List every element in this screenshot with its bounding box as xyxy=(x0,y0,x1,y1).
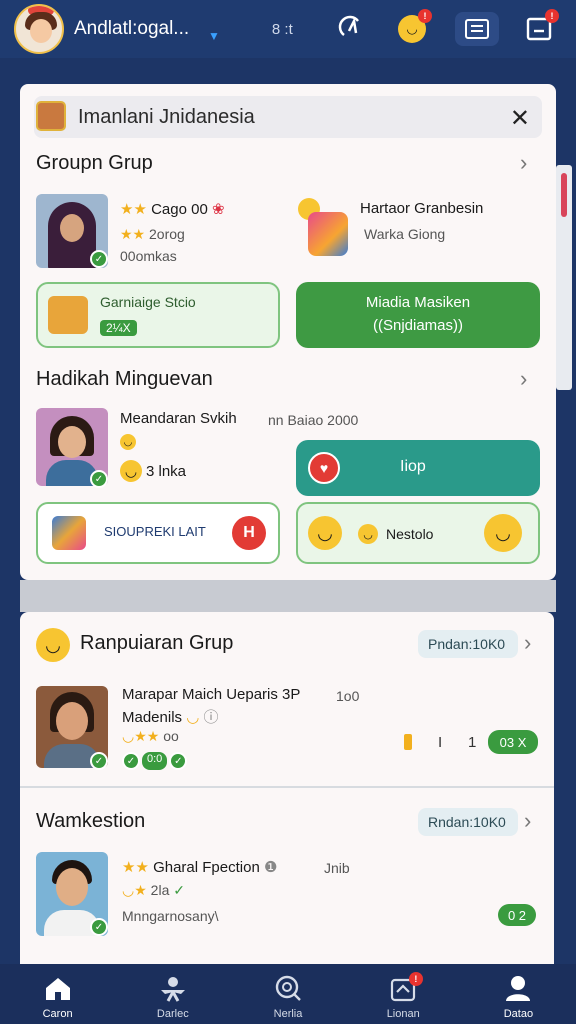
chevron-down-icon[interactable]: ▼ xyxy=(208,29,220,43)
popular-count-left: I xyxy=(438,734,443,751)
notification-badge: ! xyxy=(408,972,423,986)
group-card-right-line1: Miadia Masiken xyxy=(365,294,471,311)
highlight-profile-count: 3 lnka xyxy=(146,463,187,480)
chevron-right-icon[interactable]: › xyxy=(520,150,527,176)
verified-check-icon: ✓ xyxy=(90,752,108,770)
profile-line3: 00omkas xyxy=(120,248,177,264)
section-divider xyxy=(20,580,556,612)
highlight-section-title: Hadikah Minguevan xyxy=(36,368,213,390)
popular-badge[interactable]: 03 X xyxy=(488,730,538,754)
chevron-right-icon[interactable]: › xyxy=(524,630,531,656)
hop-button[interactable]: ♥ Iiop xyxy=(296,440,540,496)
verified-check-icon: ✓ xyxy=(90,250,108,268)
emoji-icon[interactable]: ◡ ! xyxy=(395,9,432,46)
treasure-icon xyxy=(48,296,88,334)
popular-post-line1: Marapar Maich Ueparis 3P xyxy=(122,686,301,703)
nav-item-profile[interactable]: Datao xyxy=(461,964,576,1024)
profile-line2: ★★ 2orog xyxy=(120,226,185,242)
people-icon xyxy=(160,977,185,1002)
check-icon: ✓ xyxy=(122,752,140,770)
profile-icon xyxy=(506,976,531,1001)
popular-post-meta: 1o0 xyxy=(336,688,360,704)
group-card-left-tag: 2¼X xyxy=(100,320,137,336)
mark-section: Wamkestion Rndan:10K0 › ✓ ★★ Gharal Fpec… xyxy=(20,788,554,964)
smile-icon: ◡ xyxy=(308,516,342,550)
search-input[interactable]: Imanlani Jnidanesia ✕ xyxy=(34,96,542,138)
notification-badge: ! xyxy=(545,9,559,23)
group-card-left-label: Garniaige Stcio xyxy=(100,294,196,310)
mark-badge[interactable]: 0 2 xyxy=(498,904,536,926)
popular-post-tags: ✓ 0:0 ✓ xyxy=(122,752,188,770)
verified-check-icon: ✓ xyxy=(90,918,108,936)
popular-count-right: 1 xyxy=(468,734,477,751)
search-icon xyxy=(275,975,301,1001)
nav-item-search[interactable]: Nerlia xyxy=(230,964,345,1024)
h-badge-icon: H xyxy=(232,516,266,550)
popular-post-line2: Madenils ◡ ⓘ xyxy=(122,709,219,726)
nav-label: Lionan xyxy=(386,1008,420,1020)
popular-post-line3: ◡★★ oo xyxy=(122,728,179,744)
bottom-nav: Caron Darlec Nerlia ! Lionan Datao xyxy=(0,964,576,1024)
header-counter: 8 :t xyxy=(271,20,293,38)
group-card-right[interactable]: Miadia Masiken ((Snjdiamas)) xyxy=(296,282,540,348)
popular-section-title: Ranpuiaran Grup xyxy=(80,632,234,654)
smile-icon: ◡ xyxy=(358,524,378,544)
news-icon[interactable] xyxy=(455,12,499,46)
nav-item-inbox[interactable]: ! Lionan xyxy=(346,964,461,1024)
chevron-right-icon[interactable]: › xyxy=(520,366,527,392)
group-item-subtitle: Warka Giong xyxy=(364,226,446,242)
mark-post-meta: Jnib xyxy=(324,860,350,876)
close-icon[interactable]: ✕ xyxy=(510,104,530,133)
activity-icon[interactable] xyxy=(335,12,369,46)
home-icon xyxy=(45,978,70,1000)
check-icon: ✓ xyxy=(169,752,188,770)
nav-label: Darlec xyxy=(156,1008,189,1020)
main-panel: Imanlani Jnidanesia ✕ Groupn Grup › ✓ ★★… xyxy=(20,84,556,580)
mark-post-line3: Mnngarnosany\ xyxy=(122,908,219,924)
popular-post-tag: 0:0 xyxy=(142,752,168,770)
popular-section: ◡ Ranpuiaran Grup Pndan:10K0 › ✓ Marapar… xyxy=(20,612,554,786)
nav-label: Nerlia xyxy=(273,1008,303,1020)
highlight-card-left[interactable]: SIOUPREKI LAIT H xyxy=(36,502,280,564)
wink-icon: ◡ xyxy=(484,514,522,552)
nav-item-home[interactable]: Caron xyxy=(0,964,115,1024)
profile-avatar[interactable] xyxy=(14,4,64,54)
mark-post-line1: ★★ Gharal Fpection ❶ xyxy=(122,859,278,876)
group-card-right-line2: ((Snjdiamas)) xyxy=(372,317,463,334)
mark-section-title: Wamkestion xyxy=(36,810,146,832)
gift-icon xyxy=(298,198,348,258)
verified-check-icon: ✓ xyxy=(90,470,108,488)
smile-icon: ◡ xyxy=(120,434,136,450)
heart-icon: ♥ xyxy=(308,452,340,484)
nav-label: Caron xyxy=(42,1008,73,1020)
smile-icon: ◡ xyxy=(120,460,142,482)
volume-icon[interactable] xyxy=(404,734,412,750)
collage-icon xyxy=(52,516,86,550)
search-value: Imanlani Jnidanesia xyxy=(78,105,255,128)
group-section-title: Groupn Grup xyxy=(36,152,153,174)
scrollbar[interactable] xyxy=(556,165,572,390)
group-card-left[interactable]: Garniaige Stcio 2¼X xyxy=(36,282,280,348)
popular-filter-pill[interactable]: Pndan:10K0 xyxy=(418,630,518,658)
mark-post-line2: ◡★ 2la ✓ xyxy=(122,882,185,898)
chevron-right-icon[interactable]: › xyxy=(524,808,531,834)
indonesia-flag-icon xyxy=(36,101,66,131)
highlight-card-left-label: SIOUPREKI LAIT xyxy=(104,524,206,539)
nav-item-people[interactable]: Darlec xyxy=(115,964,230,1024)
app-title: Andlatl:ogal... xyxy=(74,18,190,39)
highlight-profile-meta: nn Baiao 2000 xyxy=(268,412,359,428)
mark-filter-pill[interactable]: Rndan:10K0 xyxy=(418,808,518,836)
nav-label: Datao xyxy=(503,1008,534,1020)
profile-line1: ★★ Cago 00 ❀ xyxy=(120,201,225,218)
inbox-icon[interactable]: ! xyxy=(522,9,559,46)
hop-button-label: Iiop xyxy=(400,458,426,475)
highlight-profile-name: Meandaran Svkih xyxy=(120,410,237,427)
smile-icon: ◡ xyxy=(36,628,70,662)
highlight-card-right[interactable]: ◡ ◡ Nestolo ◡ xyxy=(296,502,540,564)
notification-badge: ! xyxy=(418,9,432,23)
group-item-title: Hartaor Granbesin xyxy=(360,200,484,217)
highlight-card-right-label: Nestolo xyxy=(386,526,434,542)
